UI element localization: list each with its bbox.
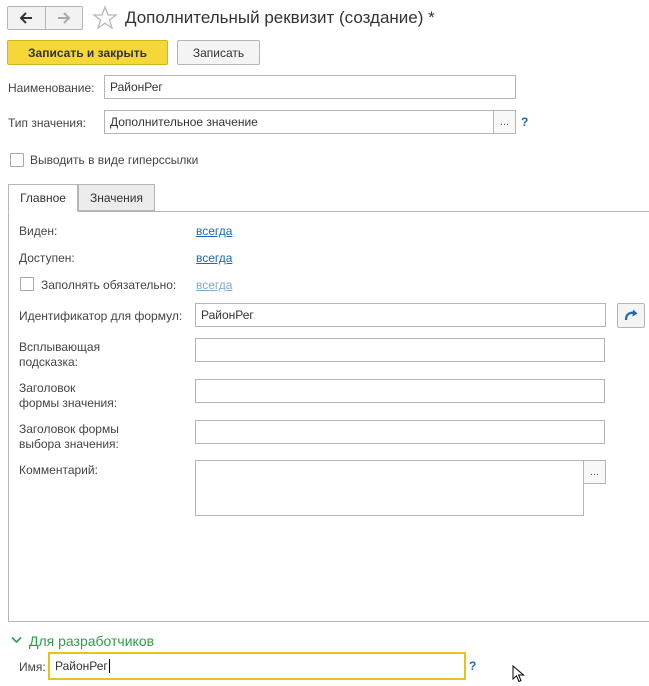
navigation-buttons [7,6,83,30]
tooltip-field[interactable] [195,338,605,362]
dev-name-label: Имя: [19,660,46,674]
formula-id-field[interactable]: РайонРег [195,303,606,327]
required-link[interactable]: всегда [196,278,232,292]
choice-form-title-field[interactable] [195,420,605,444]
value-form-title-field[interactable] [195,379,605,403]
arrow-right-icon [57,12,71,24]
curved-arrow-icon [624,309,638,320]
value-form-title-label: Заголовок формы значения: [19,381,118,410]
comment-textarea[interactable] [195,460,584,516]
text-cursor [108,659,110,673]
save-and-close-button[interactable]: Записать и закрыть [7,40,168,65]
name-field[interactable]: РайонРег [104,75,516,99]
developers-group-title[interactable]: Для разработчиков [29,633,154,649]
required-label: Заполнять обязательно: [41,278,177,292]
comment-label: Комментарий: [19,463,98,477]
dev-name-field[interactable]: РайонРег [48,652,466,680]
add-to-favorites-button[interactable] [92,5,118,31]
hyperlink-checkbox-label: Выводить в виде гиперссылки [30,153,199,167]
refresh-id-button[interactable] [617,303,645,328]
back-button[interactable] [8,7,45,29]
tab-values[interactable]: Значения [78,184,155,211]
required-checkbox[interactable] [20,277,34,291]
save-button[interactable]: Записать [177,40,260,65]
visible-label: Виден: [19,224,58,238]
tooltip-label: Всплывающая подсказка: [19,340,101,369]
dev-name-help-icon[interactable]: ? [469,659,476,673]
tab-main-panel [8,211,649,622]
value-type-select-button[interactable]: ... [494,110,516,134]
chevron-down-icon [11,636,22,644]
window-title: Дополнительный реквизит (создание) * [125,8,435,27]
choice-form-title-label: Заголовок формы выбора значения: [19,422,119,451]
formula-id-label: Идентификатор для формул: [19,309,183,323]
value-type-field[interactable]: Дополнительное значение [104,110,494,134]
visible-link[interactable]: всегда [196,224,232,238]
developers-group-toggle[interactable] [11,633,22,647]
arrow-left-icon [19,12,33,24]
value-type-help-icon[interactable]: ? [521,115,528,129]
value-type-label: Тип значения: [8,116,86,130]
available-link[interactable]: всегда [196,251,232,265]
star-icon [92,5,118,30]
hyperlink-checkbox[interactable] [10,153,24,167]
forward-button[interactable] [44,7,83,29]
name-label: Наименование: [8,81,95,95]
available-label: Доступен: [19,251,75,265]
tab-main[interactable]: Главное [8,184,78,212]
comment-expand-button[interactable]: ... [584,460,606,484]
